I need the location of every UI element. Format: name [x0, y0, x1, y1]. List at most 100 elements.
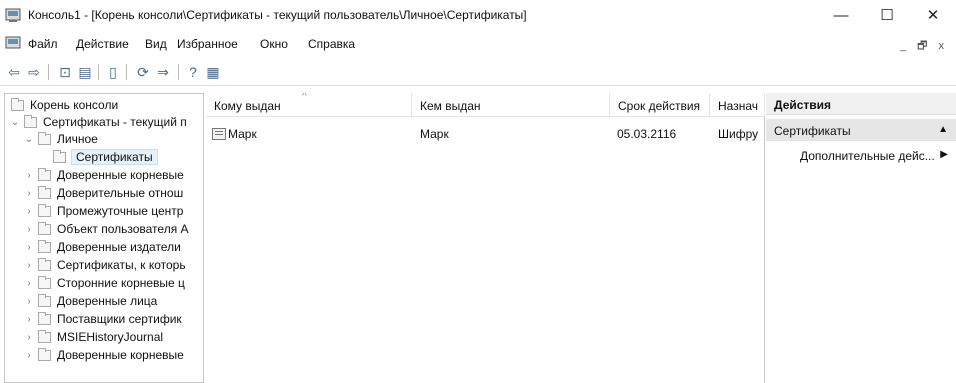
tree-item-certificates-current-user[interactable]: ⌄ Сертификаты - текущий п	[9, 113, 187, 131]
menu-window[interactable]: Окно	[260, 37, 288, 51]
folder-icon	[38, 167, 51, 181]
up-icon[interactable]: ⊡	[56, 63, 74, 81]
tree-item-label: Доверенные лица	[57, 294, 158, 308]
child-window-buttons[interactable]: _ 🗗 x	[900, 37, 948, 56]
tree-item[interactable]: › Сертификаты, к которь	[23, 256, 186, 274]
tree-item-label: Доверительные отнош	[57, 186, 184, 200]
tree-item-label: Сертификаты, к которь	[57, 258, 186, 272]
folder-icon	[38, 293, 51, 307]
menu-view[interactable]: Вид	[145, 37, 167, 51]
actions-section-certificates[interactable]: Сертификаты ▲	[766, 119, 956, 141]
tree-item[interactable]: › Объект пользователя А	[23, 220, 189, 238]
tree-item-label: Сертификаты	[71, 149, 158, 165]
folder-icon	[38, 311, 51, 325]
minimize-button[interactable]: —	[818, 0, 864, 30]
cell-text: Марк	[228, 127, 257, 141]
menu-favorites[interactable]: Избранное	[177, 37, 238, 51]
folder-icon	[38, 275, 51, 289]
tree-item[interactable]: › Поставщики сертифик	[23, 310, 182, 328]
properties-icon[interactable]: ▯	[104, 63, 122, 81]
more-actions-item[interactable]: Дополнительные дейс... ▶	[800, 149, 950, 163]
chevron-right-icon[interactable]: ›	[23, 278, 35, 289]
tree-item-certificates[interactable]: Сертификаты	[53, 148, 158, 166]
show-tree-icon[interactable]: ▤	[76, 63, 94, 81]
toolbar-separator	[178, 64, 179, 80]
tree-item-label: MSIEHistoryJournal	[57, 330, 164, 344]
tree-item[interactable]: › Доверенные корневые	[23, 346, 184, 364]
tree-item-personal[interactable]: ⌄ Личное	[23, 130, 98, 148]
chevron-right-icon[interactable]: ›	[23, 242, 35, 253]
column-header-issued-by[interactable]: Кем выдан	[412, 93, 610, 117]
tree-item[interactable]: › Доверительные отнош	[23, 184, 183, 202]
column-header-purpose[interactable]: Назнач	[710, 93, 765, 117]
chevron-right-icon[interactable]: ›	[23, 206, 35, 217]
cell-issued-by[interactable]: Марк	[420, 127, 608, 141]
chevron-right-icon[interactable]: ›	[23, 296, 35, 307]
mmc-app-icon	[5, 8, 21, 22]
folder-icon	[38, 239, 51, 253]
chevron-down-icon[interactable]: ⌄	[23, 134, 35, 145]
actions-section-label: Сертификаты	[774, 124, 851, 138]
tree-item-label: Доверенные издатели	[57, 240, 181, 254]
maximize-button[interactable]: ☐	[864, 0, 910, 30]
tree-item[interactable]: › Доверенные лица	[23, 292, 157, 310]
chevron-right-icon[interactable]: ›	[23, 332, 35, 343]
tree-item[interactable]: › Доверенные корневые	[23, 166, 184, 184]
toolbar-separator	[98, 64, 99, 80]
certificate-store-icon	[24, 114, 37, 128]
tree-item[interactable]: › Промежуточные центр	[23, 202, 183, 220]
collapse-triangle-icon[interactable]: ▲	[938, 124, 948, 135]
column-header-expiration[interactable]: Срок действия	[610, 93, 710, 117]
console-menu-icon[interactable]	[5, 35, 21, 51]
chevron-right-icon[interactable]: ›	[23, 170, 35, 181]
chevron-right-icon[interactable]: ›	[23, 350, 35, 361]
tree-item-label: Поставщики сертифик	[57, 312, 182, 326]
menu-file[interactable]: Файл	[28, 37, 58, 51]
chevron-right-icon[interactable]: ›	[23, 224, 35, 235]
tree-item-label: Личное	[57, 132, 98, 146]
column-header-label: Назнач	[718, 99, 758, 113]
chevron-down-icon[interactable]: ⌄	[9, 117, 21, 128]
chevron-right-icon[interactable]: ›	[23, 314, 35, 325]
tree-item[interactable]: › Доверенные издатели	[23, 238, 181, 256]
column-header-label: Срок действия	[618, 99, 701, 113]
help-icon[interactable]: ?	[184, 63, 202, 81]
folder-icon	[38, 221, 51, 235]
tree-item[interactable]: › Сторонние корневые ц	[23, 274, 185, 292]
tree-item-label: Сертификаты - текущий п	[43, 115, 187, 129]
menu-action[interactable]: Действие	[76, 37, 129, 51]
tree-item-label: Корень консоли	[30, 98, 119, 112]
column-header-label: Кому выдан	[214, 99, 281, 113]
tree-item-label: Доверенные корневые	[57, 348, 184, 362]
refresh-icon[interactable]: ⟳	[134, 63, 152, 81]
more-actions-label: Дополнительные дейс...	[800, 149, 935, 163]
tree-item-console-root[interactable]: Корень консоли	[11, 96, 118, 114]
column-header-issued-to[interactable]: Кому выдан ^	[206, 93, 412, 117]
console-tree: Корень консоли ⌄ Сертификаты - текущий п…	[4, 93, 204, 383]
sort-ascending-icon: ^	[302, 93, 307, 102]
cell-expiration[interactable]: 05.03.2116	[617, 127, 709, 141]
tree-item[interactable]: › MSIEHistoryJournal	[23, 328, 163, 346]
folder-icon	[38, 329, 51, 343]
menu-help[interactable]: Справка	[308, 37, 355, 51]
toolbar-separator	[48, 64, 49, 80]
forward-icon[interactable]: ⇨	[25, 63, 43, 81]
folder-icon	[38, 185, 51, 199]
cell-issued-to[interactable]: Марк	[212, 127, 408, 141]
chevron-right-icon[interactable]: ›	[23, 188, 35, 199]
certificate-list: Кому выдан ^ Кем выдан Срок действия Наз…	[206, 93, 765, 383]
actions-pane: Действия Сертификаты ▲ Дополнительные де…	[766, 93, 956, 383]
folder-icon	[38, 257, 51, 271]
chevron-right-icon[interactable]: ›	[23, 260, 35, 271]
menu-bar: Файл Действие Вид Избранное Окно Справка…	[0, 30, 956, 58]
back-icon[interactable]: ⇦	[5, 63, 23, 81]
export-icon[interactable]: ⇒	[154, 63, 172, 81]
action-pane-icon[interactable]: ▦	[204, 63, 222, 81]
certificate-icon	[212, 128, 226, 140]
tree-item-label: Объект пользователя А	[57, 222, 189, 236]
close-button[interactable]: ✕	[910, 0, 956, 30]
folder-icon	[38, 347, 51, 361]
folder-icon	[53, 149, 66, 163]
submenu-arrow-icon: ▶	[940, 149, 948, 160]
cell-purpose[interactable]: Шифру	[718, 127, 763, 141]
